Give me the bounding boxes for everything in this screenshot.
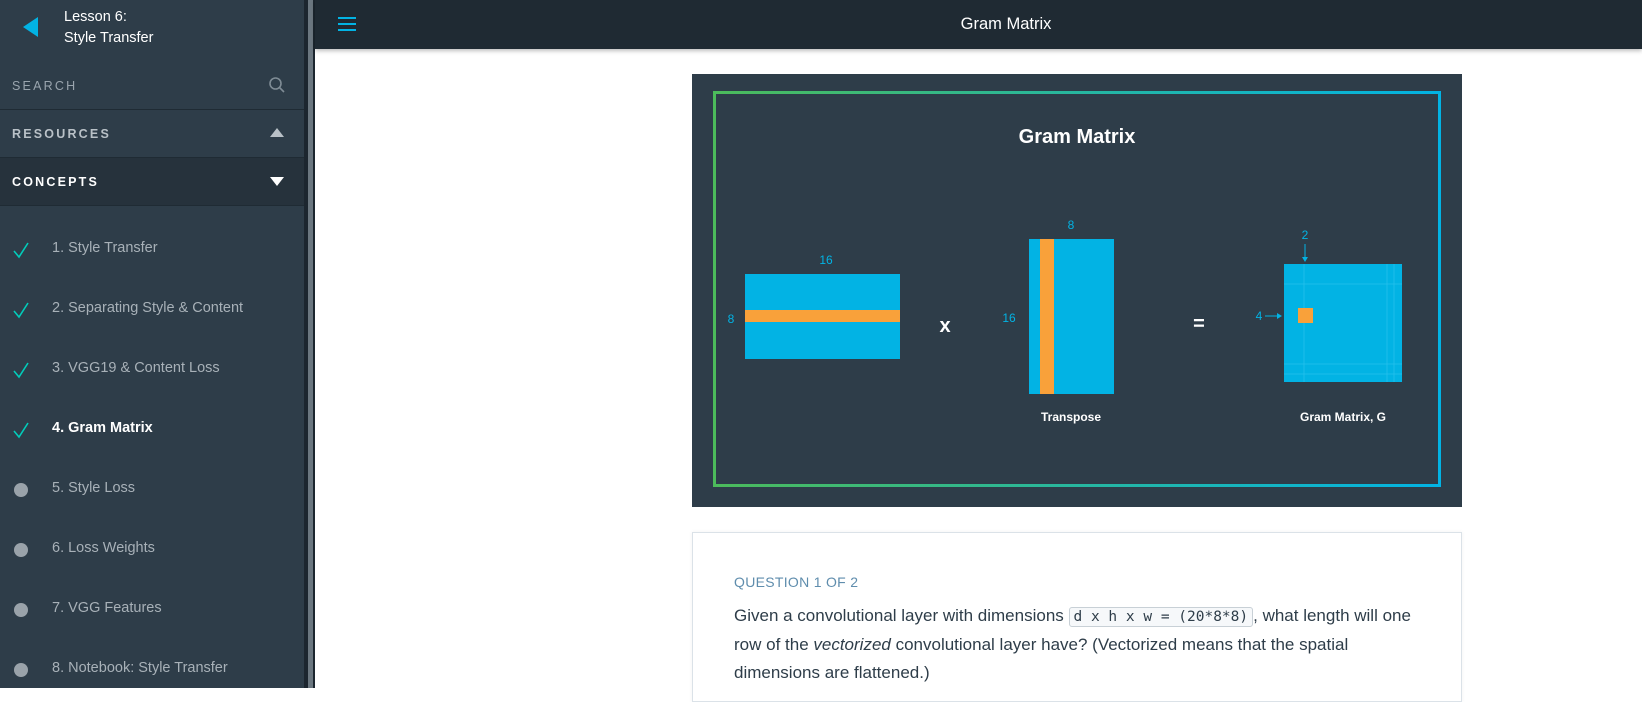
lesson-title: Lesson 6: Style Transfer [64,7,153,49]
check-icon [13,242,29,259]
check-icon [13,302,29,319]
transpose-caption: Transpose [1041,410,1101,424]
question-text-part: Given a convolutional layer with dimensi… [734,606,1069,625]
chevron-up-icon [270,128,284,137]
concept-item-separating-style-content[interactable]: 2. Separating Style & Content [0,289,304,329]
lesson-header: Lesson 6: Style Transfer [0,0,304,52]
top-bar: Gram Matrix [315,0,1642,49]
multiply-sign: x [939,315,950,337]
m1-height-label: 8 [728,312,735,326]
search-row[interactable]: SEARCH [0,62,304,110]
question-label: QUESTION 1 OF 2 [734,574,859,590]
gram-caption: Gram Matrix, G [1300,410,1386,424]
back-arrow-icon[interactable] [18,14,44,40]
concepts-toggle[interactable]: CONCEPTS [0,158,304,206]
m2-height-label: 16 [1002,311,1016,325]
figure-diagram: 16 8 x 8 16 Transpose = 2 4 Gram Matrix,… [728,218,1402,424]
concept-item-vgg-features[interactable]: 7. VGG Features [0,589,304,629]
concept-label: 5. Style Loss [52,480,136,496]
incomplete-dot-icon [14,483,28,497]
concept-label: 6. Loss Weights [52,540,155,556]
concept-item-vgg19-content-loss[interactable]: 3. VGG19 & Content Loss [0,349,304,389]
gram-matrix-figure: Gram Matrix 16 8 x 8 16 Transpose = 2 4 [692,74,1462,507]
concept-item-gram-matrix[interactable]: 4. Gram Matrix [0,409,304,449]
concept-label: 4. Gram Matrix [52,420,153,436]
concept-item-style-loss[interactable]: 5. Style Loss [0,469,304,509]
concept-item-style-transfer[interactable]: 1. Style Transfer [0,229,304,269]
resources-label: RESOURCES [12,127,111,141]
incomplete-dot-icon [14,663,28,677]
question-text: Given a convolutional layer with dimensi… [734,602,1424,687]
question-card: QUESTION 1 OF 2 Given a convolutional la… [692,532,1462,702]
incomplete-dot-icon [14,543,28,557]
sidebar: Lesson 6: Style Transfer SEARCH RESOURCE… [0,0,304,688]
concept-item-loss-weights[interactable]: 6. Loss Weights [0,529,304,569]
transpose-col-highlight [1040,239,1054,394]
g-col-label: 2 [1302,228,1309,242]
concept-label: 2. Separating Style & Content [52,300,244,316]
concept-label: 3. VGG19 & Content Loss [52,360,220,376]
question-emphasis: vectorized [813,635,891,654]
concept-label: 1. Style Transfer [52,240,158,256]
lesson-number: Lesson 6: [64,9,127,25]
question-code: d x h x w = (20*8*8) [1068,607,1254,627]
m1-width-label: 16 [819,253,833,267]
feature-row-highlight [745,310,900,322]
g-row-label: 4 [1256,309,1263,323]
concept-label: 7. VGG Features [52,600,162,616]
incomplete-dot-icon [14,603,28,617]
concept-item-notebook-style-transfer[interactable]: 8. Notebook: Style Transfer [0,649,304,689]
gram-cell-highlight [1298,308,1313,323]
equals-sign: = [1193,313,1205,335]
resources-toggle[interactable]: RESOURCES [0,110,304,158]
concept-label: 8. Notebook: Style Transfer [52,660,228,676]
check-icon [13,362,29,379]
search-label: SEARCH [12,79,78,93]
sidebar-scrollbar[interactable] [308,0,313,688]
lesson-name: Style Transfer [64,30,154,46]
chevron-down-icon [270,177,284,186]
check-icon [13,422,29,439]
concepts-label: CONCEPTS [12,175,100,189]
m2-width-label: 8 [1068,218,1075,232]
page-title: Gram Matrix [960,15,1052,33]
search-icon[interactable] [268,76,286,94]
